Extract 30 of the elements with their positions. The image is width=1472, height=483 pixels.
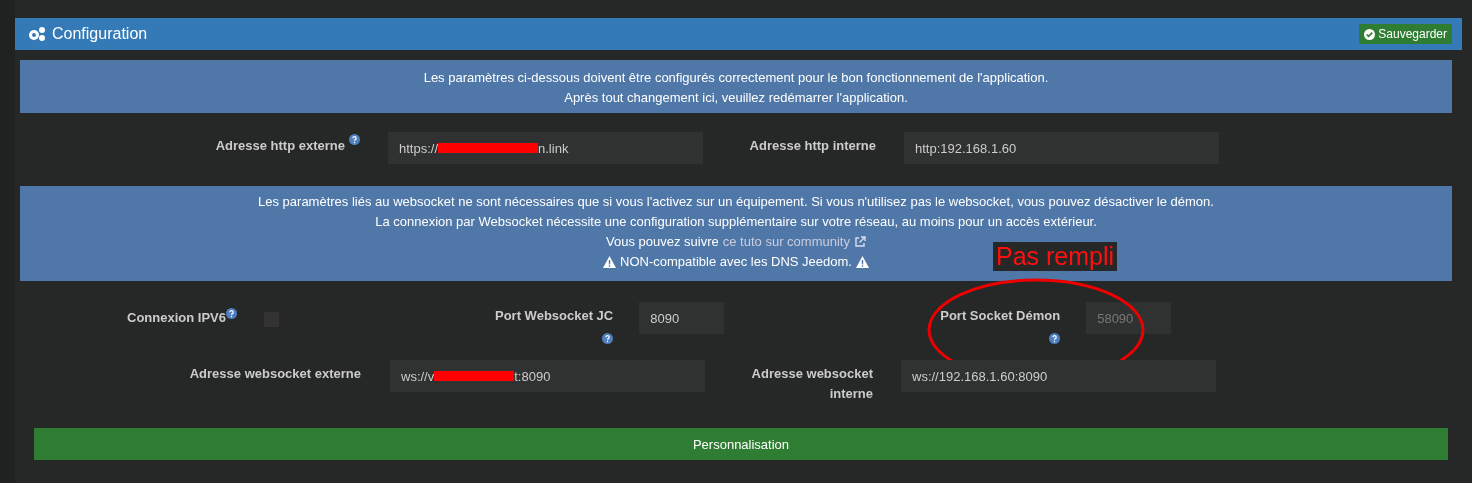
port-field[interactable]: 58090	[1086, 302, 1172, 334]
alert-text: Les paramètres ci-dessous doivent être configurés correctement pour le bon fonctionnement de l'application.	[423, 69, 1049, 87]
external-link-icon	[853, 236, 866, 248]
text-field[interactable]: http:192.168.1.60	[904, 132, 1219, 164]
check-icon	[1364, 28, 1376, 40]
field-label: Port Websocket JC	[495, 307, 614, 325]
port-field[interactable]: 8090	[639, 302, 725, 334]
help-icon	[225, 308, 237, 319]
help-icon	[1049, 333, 1061, 344]
panel-title: Configuration	[52, 25, 149, 43]
warning-icon	[855, 256, 869, 268]
annotation-text: Pas rempli	[993, 242, 1118, 271]
field-label: Connexion IPV6	[127, 309, 226, 327]
field-label: Adresse websocket interne	[750, 365, 873, 403]
section-bar[interactable]: Personnalisation	[34, 428, 1448, 460]
help-icon	[602, 333, 614, 344]
alert-text: Les paramètres liés au websocket ne sont nécessaires que si vous l'activez sur un équipement. Si vous n'utilisez pas le websocket, vous pouvez désactiver le démon.	[258, 193, 1214, 211]
field-label: Adresse websocket externe	[188, 365, 361, 383]
field-label: Port Socket Démon	[940, 307, 1061, 325]
field-label: Adresse http externe	[214, 137, 345, 155]
alert-text: La connexion par Websocket nécessite une configuration supplémentaire sur votre réseau, au moins pour un accès extérieur.	[375, 213, 1097, 231]
warning-icon	[603, 256, 617, 268]
field-label: Adresse http interne	[748, 137, 876, 155]
alert-text: NON-compatible avec les DNS Jeedom.	[620, 253, 852, 271]
save-button[interactable]: Sauvegarder	[1359, 24, 1452, 44]
text-field[interactable]: https:// n.link	[388, 132, 703, 164]
text-field[interactable]: ws://192.168.1.60:8090	[901, 360, 1216, 392]
alert-text: Vous pouvez suivre	[606, 233, 719, 251]
text-field[interactable]: ws://v t:8090	[390, 360, 705, 392]
alert-text: Après tout changement ici, veuillez redémarrer l'application.	[564, 89, 908, 107]
